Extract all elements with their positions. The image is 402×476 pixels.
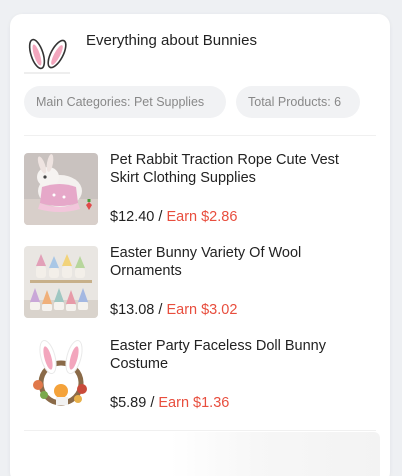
rabbit-vest-photo xyxy=(24,153,98,225)
product-item[interactable]: Easter Party Faceless Doll Bunny Costume… xyxy=(24,337,376,415)
earn-amount: Earn $3.02 xyxy=(166,302,238,318)
product-name[interactable]: Pet Rabbit Traction Rope Cute Vest Skirt… xyxy=(110,151,370,187)
price-separator: / xyxy=(158,302,163,318)
header-icon-underline xyxy=(24,72,70,74)
category-chip[interactable]: Main Categories: Pet Supplies xyxy=(24,86,226,118)
product-name[interactable]: Easter Party Faceless Doll Bunny Costume xyxy=(110,337,370,373)
product-price: $13.08 xyxy=(110,302,155,318)
price-separator: / xyxy=(158,209,163,225)
product-price: $12.40 xyxy=(110,209,155,225)
product-thumbnail[interactable] xyxy=(24,246,98,318)
bunny-costume-photo xyxy=(24,339,98,411)
product-name[interactable]: Easter Bunny Variety Of Wool Ornaments xyxy=(110,244,370,280)
bottom-action-area xyxy=(170,432,380,476)
divider xyxy=(24,430,376,431)
earn-amount: Earn $2.86 xyxy=(166,209,238,225)
price-separator: / xyxy=(150,395,155,411)
collection-card: Everything about Bunnies Main Categories… xyxy=(10,14,390,476)
divider xyxy=(24,135,376,136)
bunny-ears-icon xyxy=(28,38,67,70)
wool-ornaments-photo xyxy=(24,246,98,318)
product-item[interactable]: Pet Rabbit Traction Rope Cute Vest Skirt… xyxy=(24,151,376,229)
product-thumbnail[interactable] xyxy=(24,153,98,225)
product-price-line: $13.08 / Earn $3.02 xyxy=(110,301,237,319)
product-thumbnail[interactable] xyxy=(24,339,98,411)
product-price: $5.89 xyxy=(110,395,147,411)
total-products-chip[interactable]: Total Products: 6 xyxy=(236,86,360,118)
product-item[interactable]: Easter Bunny Variety Of Wool Ornaments $… xyxy=(24,244,376,322)
product-price-line: $12.40 / Earn $2.86 xyxy=(110,208,237,226)
page-title: Everything about Bunnies xyxy=(86,32,257,49)
product-price-line: $5.89 / Earn $1.36 xyxy=(110,394,229,412)
earn-amount: Earn $1.36 xyxy=(158,395,230,411)
